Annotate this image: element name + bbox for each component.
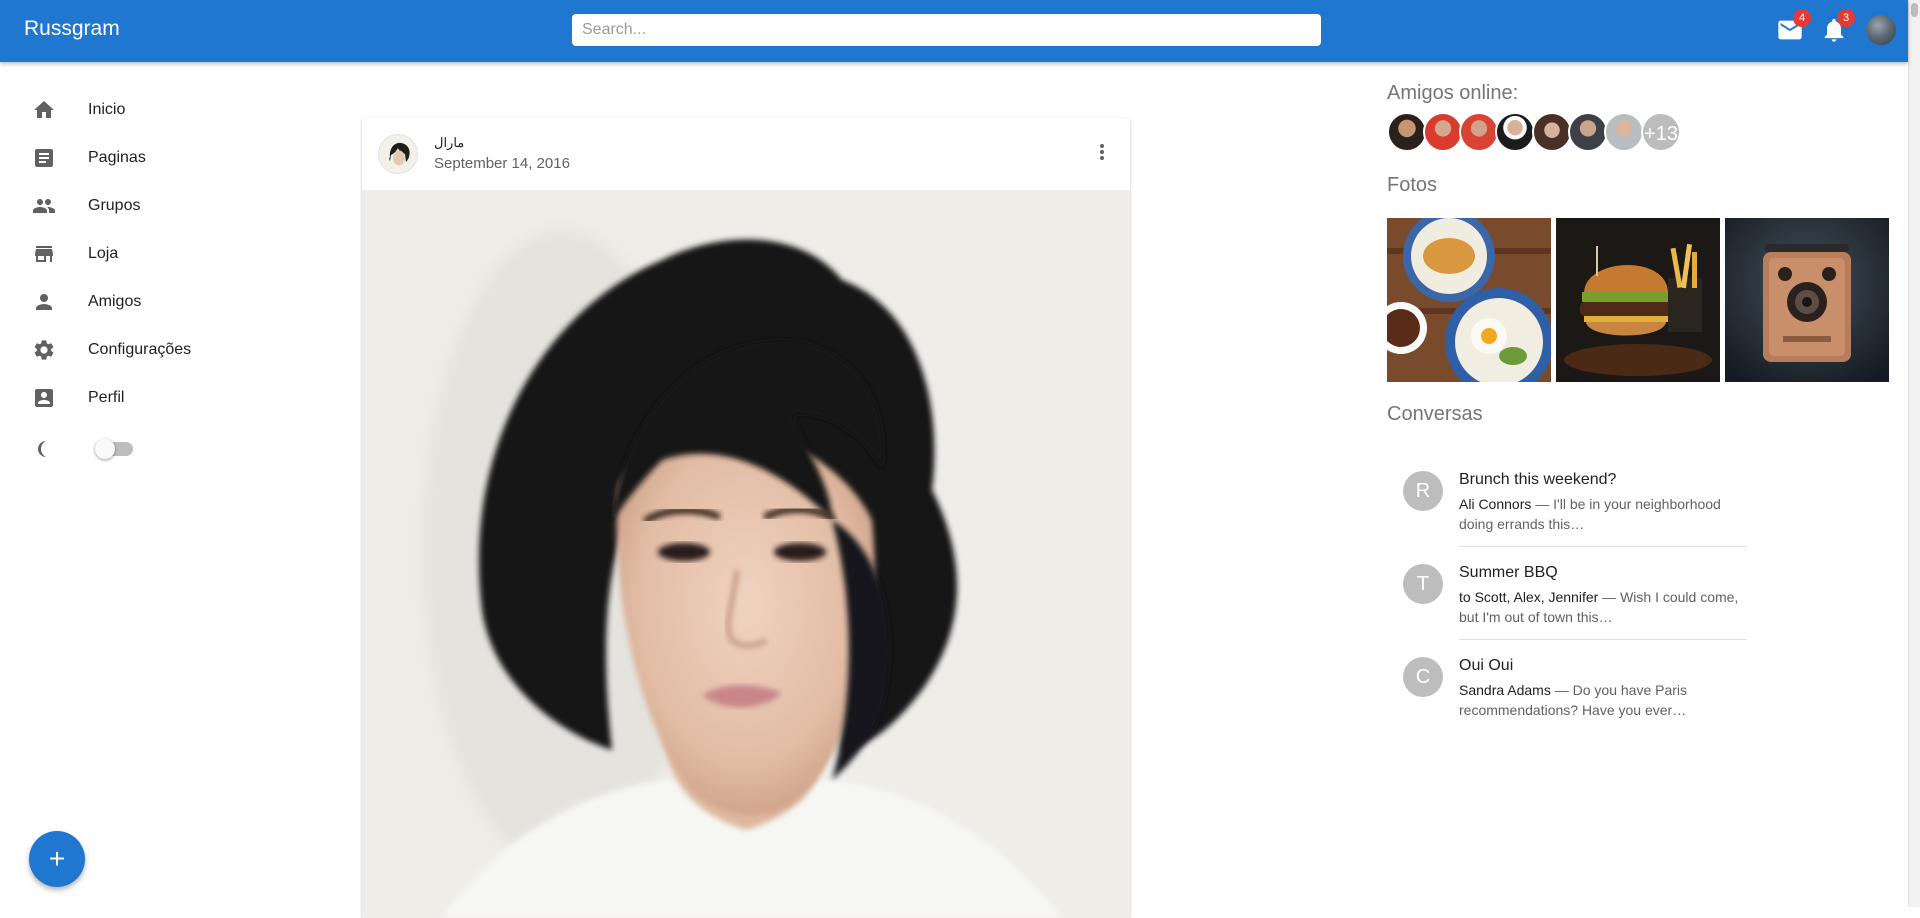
conversation-sender: Sandra Adams <box>1459 682 1551 698</box>
notifications-badge: 3 <box>1837 9 1855 27</box>
photo-thumbnail-breakfast[interactable] <box>1387 218 1551 382</box>
friend-avatar[interactable] <box>1532 112 1572 152</box>
article-icon <box>32 146 56 170</box>
friend-avatar[interactable] <box>1568 112 1608 152</box>
toggle-knob <box>95 439 115 459</box>
sidebar-item-label: Amigos <box>88 293 142 310</box>
friend-avatar[interactable] <box>1495 112 1535 152</box>
conversation-preview: to Scott, Alex, Jennifer — Wish I could … <box>1459 587 1739 627</box>
post-card: مارال September 14, 2016 <box>362 118 1130 918</box>
sidebar-item-paginas[interactable]: Paginas <box>0 138 300 178</box>
sidebar-item-label: Configurações <box>88 341 192 358</box>
conversation-item[interactable]: T Summer BBQ to Scott, Alex, Jennifer — … <box>1387 556 1747 634</box>
post-photo[interactable] <box>362 190 1130 918</box>
photo-thumbnail-burger[interactable] <box>1556 218 1720 382</box>
plus-icon: + <box>48 843 66 874</box>
post-author-avatar[interactable] <box>378 134 418 174</box>
friend-avatar[interactable] <box>1459 112 1499 152</box>
dark-mode-icon <box>32 437 56 461</box>
conversation-sender: Ali Connors <box>1459 496 1532 512</box>
conversation-sender: to Scott, Alex, Jennifer <box>1459 589 1599 605</box>
sidebar-item-inicio[interactable]: Inicio <box>0 90 300 130</box>
search-input[interactable] <box>572 14 1321 46</box>
conversation-title: Summer BBQ <box>1459 564 1558 581</box>
user-avatar[interactable] <box>1866 15 1896 45</box>
group-icon <box>32 194 56 218</box>
home-icon <box>32 98 56 122</box>
sidebar-item-label: Inicio <box>88 101 126 118</box>
notifications-button[interactable]: 3 <box>1820 9 1855 44</box>
friend-avatar[interactable] <box>1423 112 1463 152</box>
sidebar-item-label: Perfil <box>88 389 125 406</box>
sidebar-item-label: Grupos <box>88 197 141 214</box>
person-icon <box>32 290 56 314</box>
conversation-preview: Ali Connors — I'll be in your neighborho… <box>1459 494 1739 534</box>
sidebar-item-configuracoes[interactable]: Configurações <box>0 330 300 370</box>
post-header: مارال September 14, 2016 <box>362 118 1130 190</box>
friend-avatar[interactable] <box>1387 112 1427 152</box>
conversation-preview: Sandra Adams — Do you have Paris recomme… <box>1459 680 1739 720</box>
friends-more-count[interactable]: +13 <box>1641 112 1681 152</box>
sidebar-item-amigos[interactable]: Amigos <box>0 282 300 322</box>
sidebar-item-grupos[interactable]: Grupos <box>0 186 300 226</box>
gear-icon <box>32 338 56 362</box>
portrait-illustration <box>362 190 1130 918</box>
dark-mode-toggle[interactable] <box>95 439 133 459</box>
post-author[interactable]: مارال <box>434 135 464 151</box>
sidebar-item-label: Loja <box>88 245 119 262</box>
conversation-avatar: T <box>1403 564 1443 604</box>
divider <box>1459 639 1747 640</box>
conversation-item[interactable]: C Oui Oui Sandra Adams — Do you have Par… <box>1387 649 1747 727</box>
sidebar-item-label: Paginas <box>88 149 146 166</box>
page-scrollbar[interactable] <box>1908 0 1920 907</box>
conversation-title: Oui Oui <box>1459 657 1514 674</box>
conversation-item[interactable]: R Brunch this weekend? Ali Connors — I'l… <box>1387 463 1747 541</box>
friends-online-title: Amigos online: <box>1387 82 1519 104</box>
sidebar-item-perfil[interactable]: Perfil <box>0 378 300 418</box>
add-post-button[interactable]: + <box>29 831 85 887</box>
post-date: September 14, 2016 <box>434 155 570 172</box>
post-menu-button[interactable] <box>1090 140 1114 164</box>
mail-badge: 4 <box>1793 9 1811 27</box>
conversation-avatar: R <box>1403 471 1443 511</box>
photo-thumbnail-camera[interactable] <box>1725 218 1889 382</box>
divider <box>1459 546 1747 547</box>
profile-card-icon <box>32 386 56 410</box>
mail-button[interactable]: 4 <box>1776 9 1811 44</box>
conversation-avatar: C <box>1403 657 1443 697</box>
conversation-title: Brunch this weekend? <box>1459 471 1617 488</box>
photos-title: Fotos <box>1387 174 1438 196</box>
sidebar-item-loja[interactable]: Loja <box>0 234 300 274</box>
brand-title[interactable]: Russgram <box>24 17 120 41</box>
conversations-title: Conversas <box>1387 403 1483 425</box>
friend-avatar[interactable] <box>1604 112 1644 152</box>
app-bar: Russgram 4 3 <box>0 0 1908 62</box>
store-icon <box>32 242 56 266</box>
more-vert-icon <box>1100 144 1104 160</box>
